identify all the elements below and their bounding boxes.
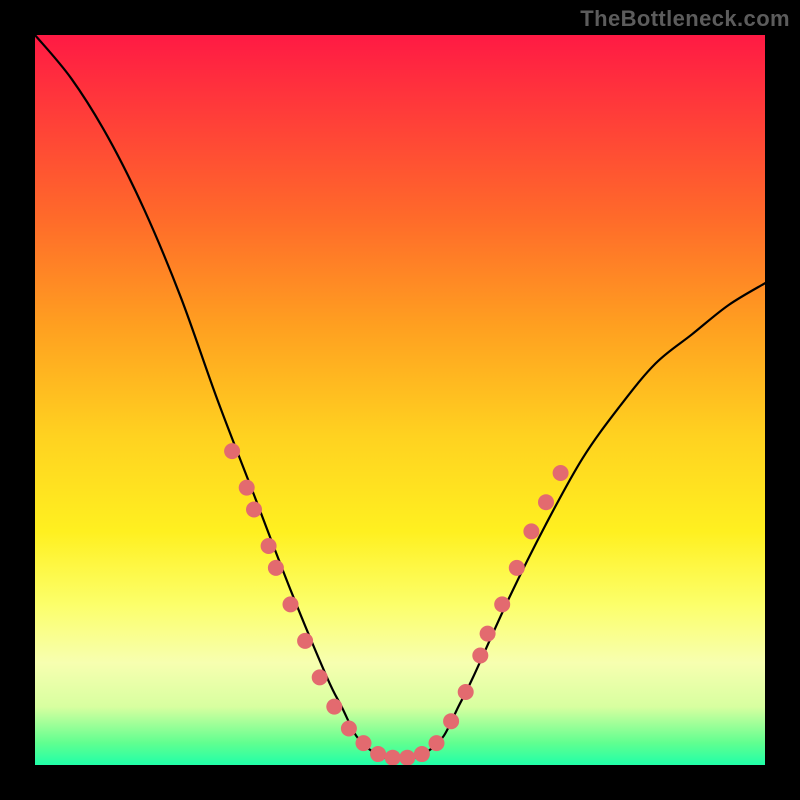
curve-marker — [239, 480, 255, 496]
curve-marker — [399, 750, 415, 765]
curve-marker — [370, 746, 386, 762]
curve-marker — [268, 560, 284, 576]
chart-container: TheBottleneck.com — [0, 0, 800, 800]
curve-marker — [246, 502, 262, 518]
curve-marker — [494, 596, 510, 612]
curve-layer — [35, 35, 765, 765]
curve-marker — [472, 648, 488, 664]
curve-marker — [356, 735, 372, 751]
curve-marker — [297, 633, 313, 649]
curve-marker — [224, 443, 240, 459]
curve-marker — [341, 721, 357, 737]
curve-marker — [414, 746, 430, 762]
curve-marker — [538, 494, 554, 510]
curve-markers — [224, 443, 568, 765]
curve-marker — [326, 699, 342, 715]
curve-marker — [480, 626, 496, 642]
attribution-text: TheBottleneck.com — [580, 6, 790, 32]
curve-marker — [312, 669, 328, 685]
curve-marker — [458, 684, 474, 700]
curve-marker — [509, 560, 525, 576]
plot-area — [35, 35, 765, 765]
curve-marker — [261, 538, 277, 554]
curve-marker — [429, 735, 445, 751]
curve-marker — [523, 523, 539, 539]
curve-marker — [553, 465, 569, 481]
curve-marker — [443, 713, 459, 729]
curve-marker — [385, 750, 401, 765]
main-curve — [35, 35, 765, 758]
curve-marker — [283, 596, 299, 612]
